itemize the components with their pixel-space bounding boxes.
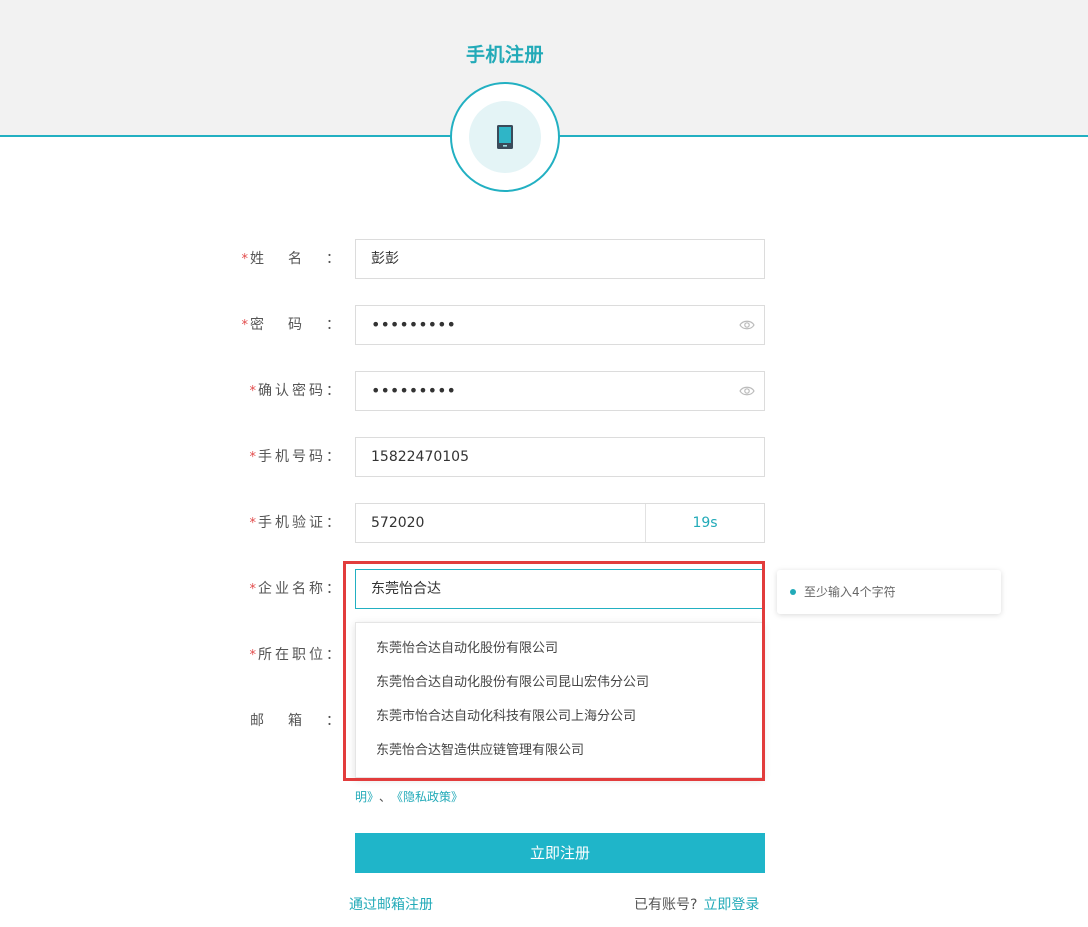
verify-row: * 手机验证： 572020 19s bbox=[240, 503, 770, 543]
confirm-password-label-text: 确认密码 bbox=[258, 383, 326, 399]
verify-code-input[interactable]: 572020 19s bbox=[355, 503, 765, 543]
email-label: 邮箱： bbox=[240, 701, 340, 741]
phone-label: * 手机号码： bbox=[240, 437, 341, 477]
name-input-value: 彭彭 bbox=[371, 251, 399, 267]
password-input-value: ••••••••• bbox=[371, 315, 456, 334]
agreement-links: 明》、《隐私政策》 bbox=[355, 788, 463, 805]
eye-icon[interactable] bbox=[739, 318, 755, 332]
phone-label-text: 手机号码 bbox=[258, 449, 326, 465]
name-label-text: 姓名 bbox=[250, 251, 326, 267]
tooltip-text: 至少输入4个字符 bbox=[804, 585, 896, 599]
phone-input-value: 15822470105 bbox=[371, 449, 469, 465]
label-colon: ： bbox=[326, 581, 340, 597]
required-mark: * bbox=[249, 582, 257, 597]
label-colon: ： bbox=[326, 713, 340, 729]
required-mark: * bbox=[249, 516, 257, 531]
confirm-password-input-value: ••••••••• bbox=[371, 381, 456, 400]
email-register-link[interactable]: 通过邮箱注册 bbox=[349, 894, 433, 914]
tooltip-bullet-icon bbox=[790, 589, 796, 595]
email-label-text: 邮箱 bbox=[250, 713, 326, 729]
password-input[interactable]: ••••••••• bbox=[355, 305, 765, 345]
confirm-password-input[interactable]: ••••••••• bbox=[355, 371, 765, 411]
name-input[interactable]: 彭彭 bbox=[355, 239, 765, 279]
company-label: * 企业名称： bbox=[240, 569, 341, 609]
label-colon: ： bbox=[326, 317, 340, 333]
confirm-password-row: * 确认密码： ••••••••• bbox=[240, 371, 770, 411]
page-title: 手机注册 bbox=[465, 44, 544, 66]
password-label: * 密码： bbox=[240, 305, 341, 345]
name-row: * 姓名： 彭彭 bbox=[240, 239, 770, 279]
required-mark: * bbox=[241, 318, 249, 333]
label-colon: ： bbox=[326, 251, 340, 267]
agreement-separator: 、 bbox=[379, 790, 392, 804]
position-label: * 所在职位： bbox=[240, 635, 341, 675]
eye-icon[interactable] bbox=[739, 384, 755, 398]
login-prompt: 已有账号? 立即登录 bbox=[634, 894, 759, 914]
label-colon: ： bbox=[326, 383, 340, 399]
label-colon: ： bbox=[326, 647, 340, 663]
password-label-text: 密码 bbox=[250, 317, 326, 333]
password-row: * 密码： ••••••••• bbox=[240, 305, 770, 345]
resend-countdown-button[interactable]: 19s bbox=[646, 504, 764, 542]
verify-label-text: 手机验证 bbox=[258, 515, 326, 531]
register-submit-button[interactable]: 立即注册 bbox=[355, 833, 765, 873]
label-colon: ： bbox=[326, 515, 340, 531]
phone-input[interactable]: 15822470105 bbox=[355, 437, 765, 477]
name-label: * 姓名： bbox=[240, 239, 341, 279]
confirm-password-label: * 确认密码： bbox=[240, 371, 341, 411]
agreement-link[interactable]: 明》 bbox=[355, 790, 373, 804]
required-mark: * bbox=[249, 384, 257, 399]
company-tooltip: 至少输入4个字符 bbox=[777, 570, 1001, 614]
required-mark: * bbox=[249, 450, 257, 465]
phone-row: * 手机号码： 15822470105 bbox=[240, 437, 770, 477]
label-colon: ： bbox=[326, 449, 340, 465]
verify-label: * 手机验证： bbox=[240, 503, 341, 543]
phone-badge-inner bbox=[469, 101, 541, 173]
mobile-phone-icon bbox=[497, 125, 513, 149]
highlight-annotation-box bbox=[343, 561, 765, 781]
has-account-text: 已有账号? bbox=[634, 897, 698, 913]
required-mark: * bbox=[249, 648, 257, 663]
login-link[interactable]: 立即登录 bbox=[703, 897, 759, 913]
verify-code-value: 572020 bbox=[371, 515, 425, 531]
required-mark: * bbox=[241, 252, 249, 267]
register-page: 手机注册 * 姓名： 彭彭 * 密码： ••••••••• * 确认密码： ••… bbox=[0, 0, 1088, 927]
privacy-policy-link[interactable]: 《隐私政策》 bbox=[397, 790, 463, 804]
phone-badge bbox=[450, 82, 560, 192]
position-label-text: 所在职位 bbox=[258, 647, 326, 663]
company-label-text: 企业名称 bbox=[258, 581, 326, 597]
